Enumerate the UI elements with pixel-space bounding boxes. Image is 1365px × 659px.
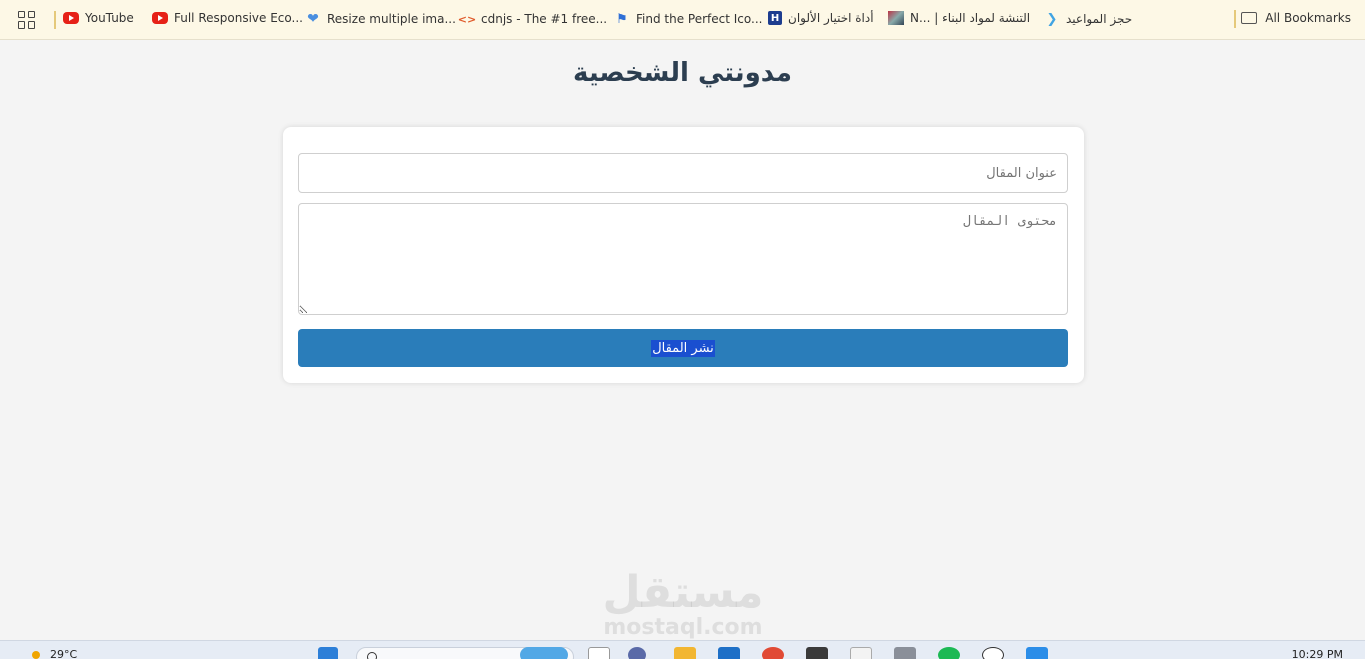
publish-button[interactable]: نشر المقال <box>298 329 1068 367</box>
bookmark-building-materials[interactable]: N... | التنشة لمواد البناء <box>888 11 1030 25</box>
bookmarks-bar: YouTube Full Responsive Eco... ❤ Resize … <box>0 0 1365 40</box>
spotify-icon[interactable] <box>938 647 960 659</box>
watermark-latin: mostaql.com <box>603 615 763 640</box>
terminal-icon[interactable] <box>806 647 828 659</box>
file-explorer-icon[interactable] <box>674 647 696 659</box>
flag-icon: ⚑ <box>616 11 628 27</box>
post-title-input[interactable] <box>298 153 1068 193</box>
vscode-icon[interactable] <box>1026 647 1048 659</box>
bookmarks-divider <box>1234 10 1236 28</box>
task-view-icon[interactable] <box>588 647 610 659</box>
bookmark-label: YouTube <box>85 11 134 25</box>
bookmark-cdnjs[interactable]: <> cdnjs - The #1 free... <box>457 11 608 27</box>
weather-widget[interactable]: 29°C <box>32 648 77 659</box>
temperature: 29°C <box>50 648 78 659</box>
all-bookmarks-label: All Bookmarks <box>1265 11 1351 25</box>
bookmark-label: أداة اختيار الألوان <box>788 11 874 25</box>
bookmark-label: Resize multiple ima... <box>327 12 456 26</box>
taskbar: 29°C 10:29 PM <box>0 640 1365 659</box>
taskbar-clock[interactable]: 10:29 PM <box>1292 648 1343 659</box>
youtube-icon <box>63 12 79 24</box>
all-bookmarks-button[interactable]: All Bookmarks <box>1241 11 1351 25</box>
windows-start-icon[interactable] <box>318 647 338 659</box>
image-icon <box>888 11 904 25</box>
youtube-icon <box>152 12 168 24</box>
apps-grid-icon[interactable] <box>18 10 36 29</box>
publish-button-label: نشر المقال <box>651 339 715 357</box>
bookmark-label: N... | التنشة لمواد البناء <box>910 11 1031 25</box>
search-icon <box>367 652 377 659</box>
code-icon: <> <box>457 12 477 26</box>
watermark: مستقل mostaql.com <box>597 567 769 640</box>
h-icon: H <box>768 11 782 25</box>
app-icon[interactable] <box>982 647 1004 659</box>
folder-icon <box>1241 12 1258 24</box>
search-highlight-icon <box>520 647 568 659</box>
page-title: مدونتي الشخصية <box>573 58 792 88</box>
sun-icon <box>32 650 40 659</box>
bookmark-label: حجز المواعيد <box>1066 12 1133 26</box>
app-icon[interactable] <box>850 647 872 659</box>
flutter-icon: ❯ <box>1046 11 1058 27</box>
post-content-textarea[interactable] <box>298 203 1068 315</box>
app-icon[interactable] <box>894 647 916 659</box>
bookmark-label: Find the Perfect Ico... <box>636 12 763 26</box>
heart-icon: ❤ <box>307 11 319 27</box>
bookmarks-divider <box>54 10 56 29</box>
copilot-icon[interactable] <box>628 647 646 659</box>
store-icon[interactable] <box>718 647 740 659</box>
bookmark-resize-images[interactable]: ❤ Resize multiple ima... <box>305 11 456 27</box>
bookmark-label: cdnjs - The #1 free... <box>481 12 608 26</box>
bookmark-youtube[interactable]: YouTube <box>63 11 134 25</box>
chrome-icon[interactable] <box>762 647 784 659</box>
watermark-arabic: مستقل <box>602 567 764 618</box>
bookmark-find-icon[interactable]: ⚑ Find the Perfect Ico... <box>614 11 762 27</box>
bookmark-appointments[interactable]: ❯ حجز المواعيد <box>1044 11 1133 27</box>
bookmark-label: Full Responsive Eco... <box>174 11 303 25</box>
bookmark-full-responsive[interactable]: Full Responsive Eco... <box>152 11 303 25</box>
bookmark-color-picker[interactable]: H أداة اختيار الألوان <box>768 11 874 25</box>
post-form-card: نشر المقال <box>283 127 1084 383</box>
